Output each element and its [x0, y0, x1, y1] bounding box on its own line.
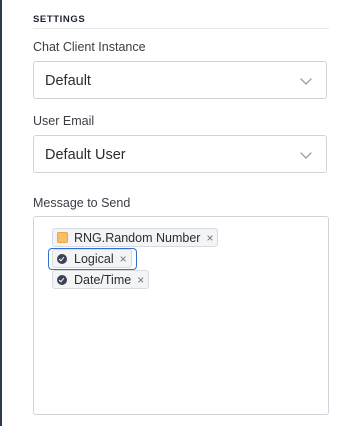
settings-panel: SETTINGS Chat Client Instance Default Us…: [0, 0, 360, 426]
message-token[interactable]: Logical ×: [52, 249, 132, 268]
user-email-value: Default User: [45, 147, 126, 163]
rng-square-icon: [57, 232, 68, 243]
message-token[interactable]: RNG.Random Number ×: [52, 228, 219, 247]
token-remove-button[interactable]: ×: [120, 253, 127, 265]
token-label: Date/Time: [74, 272, 132, 287]
panel-left-border: [0, 0, 2, 426]
check-circle-icon: [57, 253, 67, 264]
chevron-down-icon: [299, 148, 313, 160]
settings-section-header: SETTINGS: [33, 12, 329, 29]
token-label: Logical: [74, 251, 114, 266]
user-email-select[interactable]: Default User: [33, 135, 327, 173]
chat-client-select[interactable]: Default: [33, 61, 327, 99]
chat-client-label: Chat Client Instance: [33, 40, 146, 54]
token-label: RNG.Random Number: [74, 230, 201, 245]
token-remove-button[interactable]: ×: [206, 232, 213, 244]
chevron-down-icon: [299, 74, 313, 86]
settings-section-title: SETTINGS: [33, 14, 86, 25]
chat-client-value: Default: [45, 73, 91, 89]
message-label: Message to Send: [33, 196, 131, 210]
token-remove-button[interactable]: ×: [137, 274, 144, 286]
check-circle-icon: [57, 274, 67, 285]
user-email-label: User Email: [33, 114, 95, 128]
message-token[interactable]: Date/Time ×: [52, 270, 150, 289]
